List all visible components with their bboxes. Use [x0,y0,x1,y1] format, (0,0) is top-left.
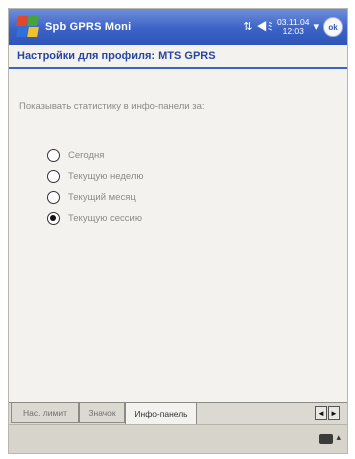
keyboard-icon[interactable] [319,434,333,444]
option-label: Текущий месяц [68,192,136,203]
app-title: Spb GPRS Moni [45,21,132,33]
period-radio-group: Сегодня Текущую неделю Текущий месяц Тек… [47,145,144,229]
tray-dropdown-icon[interactable]: ▾ [313,21,319,33]
clock-time: 12:03 [282,26,304,36]
pocketpc-screen: Spb GPRS Moni ⇅ ◀ﾐ 03.11.04 12:03 ▾ ok Н… [8,8,348,454]
option-current-week[interactable]: Текущую неделю [47,166,144,187]
volume-icon[interactable]: ◀ﾐ [257,21,274,33]
clock[interactable]: 03.11.04 12:03 [277,18,309,36]
option-label: Сегодня [68,150,105,161]
option-label: Текущую сессию [68,213,142,224]
signal-transfer-icon[interactable]: ⇅ [243,21,252,33]
radio-button[interactable] [47,191,60,204]
settings-header: Настройки для профиля: MTS GPRS [9,45,347,69]
tab-infopanel[interactable]: Инфо-панель [125,403,197,425]
input-menu-arrow-icon[interactable]: ▴ [336,432,341,443]
tab-bar: Нас. лимит Значок Инфо-панель ◄ ► [9,402,347,425]
windows-start-icon[interactable] [16,16,39,38]
radio-button-selected[interactable] [47,212,60,225]
page-title: Настройки для профиля: MTS GPRS [17,50,216,62]
option-today[interactable]: Сегодня [47,145,144,166]
title-bar: Spb GPRS Moni ⇅ ◀ﾐ 03.11.04 12:03 ▾ ok [9,9,347,45]
radio-button[interactable] [47,149,60,162]
tab-scroll-right-icon[interactable]: ► [328,406,340,420]
system-tray: ⇅ ◀ﾐ 03.11.04 12:03 ▾ ok [243,17,343,37]
tab-scroll-left-icon[interactable]: ◄ [315,406,327,420]
tab-icon[interactable]: Значок [79,403,125,423]
ok-button[interactable]: ok [323,17,343,37]
tab-limit[interactable]: Нас. лимит [11,403,79,423]
option-label: Текущую неделю [68,171,144,182]
option-current-month[interactable]: Текущий месяц [47,187,144,208]
infopanel-stat-label: Показывать статистику в инфо-панели за: [19,101,205,112]
radio-button[interactable] [47,170,60,183]
command-bar: ▴ [9,424,347,453]
option-current-session[interactable]: Текущую сессию [47,208,144,229]
